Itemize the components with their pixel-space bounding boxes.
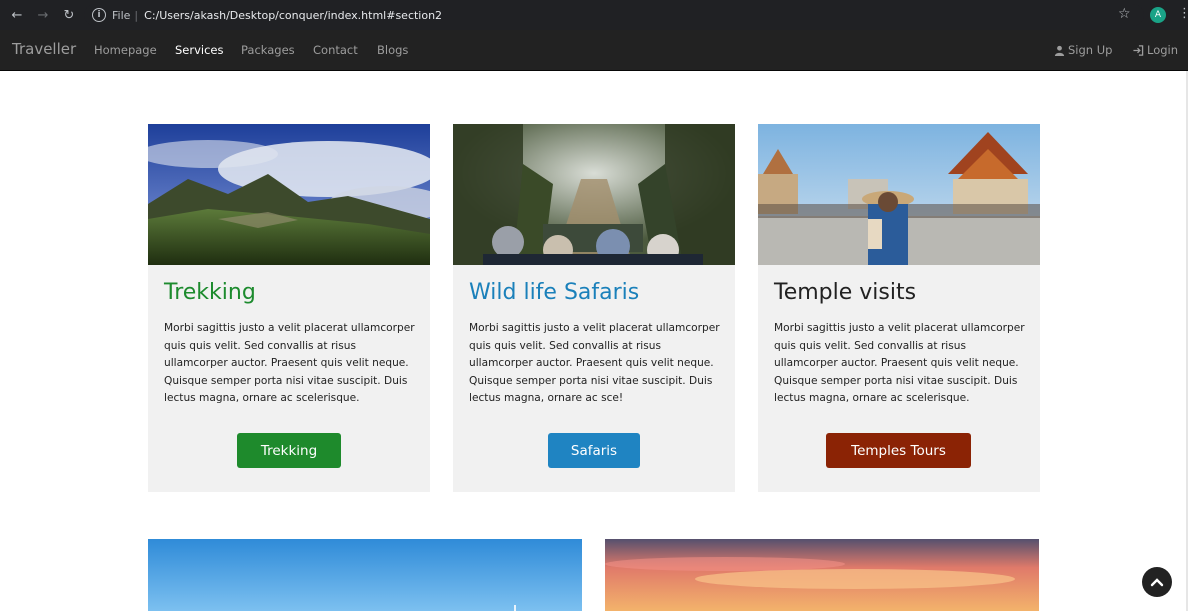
nav-link-contact[interactable]: Contact bbox=[313, 43, 358, 57]
safaris-button[interactable]: Safaris bbox=[548, 433, 640, 468]
scroll-to-top-button[interactable] bbox=[1142, 567, 1172, 597]
address-bar[interactable]: i File | C:/Users/akash/Desktop/conquer/… bbox=[84, 4, 1144, 26]
forward-icon[interactable]: → bbox=[32, 4, 54, 26]
login-label: Login bbox=[1147, 43, 1179, 57]
chevron-up-icon bbox=[1150, 578, 1164, 587]
card-text: Morbi sagittis justo a velit placerat ul… bbox=[469, 322, 720, 404]
safari-image bbox=[453, 124, 735, 265]
nav-link-homepage[interactable]: Homepage bbox=[94, 43, 157, 57]
profile-avatar[interactable]: A bbox=[1150, 7, 1166, 23]
card-title: Temple visits bbox=[774, 280, 917, 305]
reload-icon[interactable]: ↻ bbox=[58, 4, 80, 26]
trekking-image bbox=[148, 124, 430, 265]
file-label: File bbox=[112, 8, 131, 22]
service-card-trekking: Trekking Morbi sagittis justo a velit pl… bbox=[148, 124, 430, 492]
back-icon[interactable]: ← bbox=[6, 4, 28, 26]
nav-link-packages[interactable]: Packages bbox=[241, 43, 295, 57]
signup-link[interactable]: Sign Up bbox=[1054, 43, 1112, 57]
login-icon bbox=[1133, 44, 1144, 56]
card-text: Morbi sagittis justo a velit placerat ul… bbox=[164, 322, 415, 404]
card-title: Wild life Safaris bbox=[469, 280, 640, 305]
temples-tours-button[interactable]: Temples Tours bbox=[826, 433, 971, 468]
sky-image bbox=[148, 539, 582, 611]
nav-link-services[interactable]: Services bbox=[175, 43, 224, 57]
card-text: Morbi sagittis justo a velit placerat ul… bbox=[774, 322, 1025, 404]
bookmark-star-icon[interactable]: ☆ bbox=[1118, 6, 1131, 22]
brand-logo-text[interactable]: Traveller bbox=[12, 40, 76, 58]
card-title: Trekking bbox=[164, 280, 256, 305]
address-separator: | bbox=[134, 8, 139, 22]
url-text[interactable]: C:/Users/akash/Desktop/conquer/index.htm… bbox=[144, 9, 442, 22]
browser-toolbar: ← → ↻ i File | C:/Users/akash/Desktop/co… bbox=[0, 0, 1188, 30]
sunset-image bbox=[605, 539, 1039, 611]
nav-link-blogs[interactable]: Blogs bbox=[377, 43, 408, 57]
menu-kebab-icon[interactable]: ⋮ bbox=[1178, 6, 1188, 21]
service-card-temples: Temple visits Morbi sagittis justo a vel… bbox=[758, 124, 1040, 492]
user-icon bbox=[1054, 45, 1065, 56]
login-link[interactable]: Login bbox=[1132, 43, 1178, 57]
site-navbar: Traveller Homepage Services Packages Con… bbox=[0, 30, 1188, 71]
trekking-button[interactable]: Trekking bbox=[237, 433, 341, 468]
signup-label: Sign Up bbox=[1068, 43, 1113, 57]
service-card-safaris: Wild life Safaris Morbi sagittis justo a… bbox=[453, 124, 735, 492]
temple-image bbox=[758, 124, 1040, 265]
info-icon[interactable]: i bbox=[92, 8, 106, 22]
